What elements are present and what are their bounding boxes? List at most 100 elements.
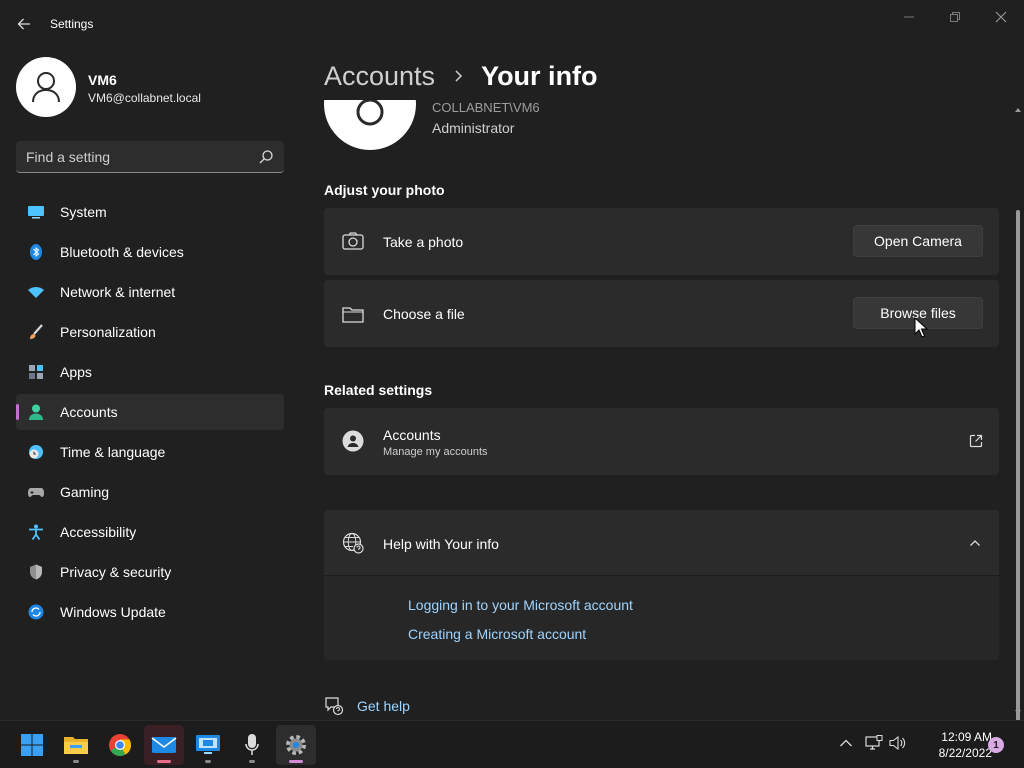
sidebar-item-label: System [60,204,107,220]
network-monitor-icon [865,735,883,750]
help-link-logging-in[interactable]: Logging in to your Microsoft account [408,597,633,613]
help-panel: Help with Your info Logging in to your M… [324,510,999,660]
mouse-cursor-icon [914,317,928,338]
scroll-down-icon[interactable] [1014,708,1022,716]
take-photo-card: Take a photo Open Camera [324,208,999,275]
sidebar-item-personalization[interactable]: Personalization [16,314,284,350]
speaker-icon [889,735,906,751]
search-icon[interactable] [258,149,274,165]
choose-file-card: Choose a file Browse files [324,280,999,347]
taskbar-settings[interactable] [276,725,316,765]
open-camera-button[interactable]: Open Camera [853,225,983,257]
folder-icon [342,307,364,323]
minimize-icon [904,16,914,18]
main-content: COLLABNET\VM6 Administrator Adjust your … [300,100,1012,718]
sidebar-item-network[interactable]: Network & internet [16,274,284,310]
sidebar-item-accounts[interactable]: Accounts [16,394,284,430]
wifi-icon [28,287,44,298]
taskbar-file-explorer[interactable] [56,725,96,765]
minimize-button[interactable] [895,6,923,28]
sidebar-item-apps[interactable]: Apps [16,354,284,390]
profile-name: VM6 [88,72,117,88]
scrollbar-thumb[interactable] [1016,210,1020,766]
sidebar-item-label: Accounts [60,404,118,420]
bluetooth-icon [30,244,42,260]
account-avatar [324,100,416,150]
network-status[interactable] [864,733,884,753]
back-button[interactable] [12,12,36,36]
person-icon [29,404,43,420]
restore-button[interactable] [941,6,969,28]
related-accounts-card[interactable]: Accounts Manage my accounts [324,408,999,475]
settings-icon [286,735,306,755]
vertical-scrollbar[interactable] [1014,106,1022,766]
search-box[interactable] [16,141,284,173]
brush-icon [30,324,43,339]
person-circle-icon [342,430,364,452]
remote-desktop-icon [196,735,220,754]
breadcrumb-accounts-link[interactable]: Accounts [324,61,435,92]
globe-clock-icon [29,445,43,459]
help-link-create-account[interactable]: Creating a Microsoft account [408,626,586,642]
profile-email: VM6@collabnet.local [88,91,201,105]
file-explorer-icon [64,737,88,754]
back-arrow-icon [17,18,30,30]
camera-icon [342,232,364,250]
microphone-icon [245,734,259,755]
sidebar-item-label: Personalization [60,324,156,340]
taskbar-voice-recorder[interactable] [232,725,272,765]
update-icon [28,604,44,620]
sidebar-item-label: Time & language [60,444,166,460]
close-button[interactable] [987,6,1015,28]
taskbar-chrome[interactable] [100,725,140,765]
account-role: Administrator [432,120,515,136]
mail-icon [151,737,177,753]
running-indicator [249,760,255,763]
sidebar-item-label: Apps [60,364,92,380]
sidebar-item-windows-update[interactable]: Windows Update [16,594,284,630]
scroll-up-icon[interactable] [1014,106,1022,114]
sidebar-item-time-language[interactable]: Time & language [16,434,284,470]
sidebar-item-label: Privacy & security [60,564,172,580]
taskbar: 12:09 AM 8/22/2022 1 [0,720,1024,768]
help-header[interactable]: Help with Your info [324,510,999,576]
sidebar-item-label: Bluetooth & devices [60,244,184,260]
app-title: Settings [50,17,94,31]
get-help-label: Get help [357,698,410,714]
volume-control[interactable] [888,733,908,753]
start-button[interactable] [12,725,52,765]
search-input[interactable] [26,141,246,172]
gamepad-icon [28,488,44,497]
sidebar-item-gaming[interactable]: Gaming [16,474,284,510]
notification-badge[interactable]: 1 [988,737,1004,753]
related-settings-heading: Related settings [324,382,433,398]
chrome-icon [109,734,131,756]
sidebar-item-label: Network & internet [60,284,176,300]
sidebar-item-system[interactable]: System [16,194,284,230]
running-indicator [289,760,303,763]
taskbar-remote-desktop[interactable] [188,725,228,765]
taskbar-mail[interactable] [144,725,184,765]
breadcrumb: Accounts Your info [324,58,598,94]
restore-icon [950,12,960,22]
sidebar-item-privacy[interactable]: Privacy & security [16,554,284,590]
running-indicator [205,760,211,763]
take-photo-label: Take a photo [383,234,464,250]
clock-time: 12:09 AM [941,730,992,744]
sidebar-item-accessibility[interactable]: Accessibility [16,514,284,550]
chevron-right-icon [455,70,463,82]
profile-avatar[interactable] [16,57,76,117]
chevron-up-icon[interactable] [969,537,981,549]
sidebar-item-bluetooth[interactable]: Bluetooth & devices [16,234,284,270]
page-title: Your info [481,60,598,91]
taskbar-clock[interactable]: 12:09 AM 8/22/2022 [906,729,992,761]
adjust-photo-heading: Adjust your photo [324,182,445,198]
sidebar-item-label: Gaming [60,484,110,500]
open-external-icon[interactable] [969,434,983,448]
globe-help-icon [342,532,364,554]
title-bar: Settings [0,0,1024,48]
sidebar-item-label: Windows Update [60,604,166,620]
get-help-link[interactable]: Get help [324,695,444,717]
start-icon [21,734,43,756]
show-hidden-icons-button[interactable] [836,733,856,753]
